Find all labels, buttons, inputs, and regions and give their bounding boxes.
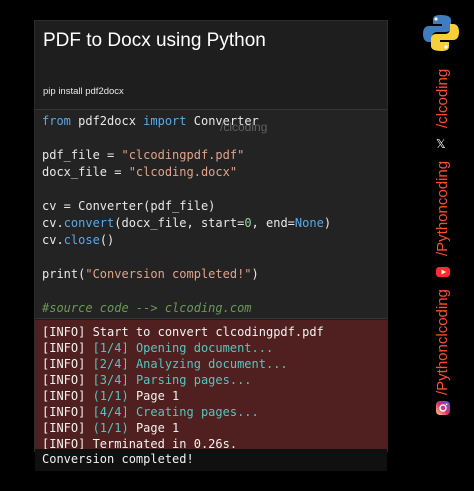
output-line: [INFO] [1/4] Opening document... bbox=[42, 341, 274, 355]
terminal-output: [INFO] Start to convert clcodingpdf.pdf [… bbox=[35, 320, 387, 451]
social-sidebar: /clcoding 𝕏 /Pythoncoding /Pythonclcodin… bbox=[423, 0, 460, 474]
post-title: PDF to Docx using Python bbox=[43, 30, 266, 51]
handle-clcoding[interactable]: /clcoding bbox=[434, 69, 451, 128]
python-logo-icon bbox=[423, 15, 459, 51]
code-line-8: cv.close() bbox=[42, 233, 115, 247]
code-comment: #source code --> clcoding.com bbox=[42, 301, 252, 315]
output-line: [INFO] [3/4] Parsing pages... bbox=[42, 373, 252, 387]
code-line-10: print("Conversion completed!") bbox=[42, 267, 259, 281]
completion-message: Conversion completed! bbox=[35, 449, 387, 471]
watermark: /clcoding bbox=[220, 120, 268, 134]
install-command: pip install pdf2docx bbox=[43, 86, 124, 97]
x-icon[interactable]: 𝕏 bbox=[436, 137, 446, 151]
code-block: from pdf2docx import Converter pdf_file … bbox=[35, 109, 387, 319]
code-line-7: cv.convert(docx_file, start=0, end=None) bbox=[42, 216, 332, 230]
output-line: [INFO] Start to convert clcodingpdf.pdf bbox=[42, 325, 324, 339]
code-line-3: pdf_file = "clcodingpdf.pdf" bbox=[42, 148, 245, 162]
handle-pythoncoding[interactable]: /Pythoncoding bbox=[434, 161, 451, 256]
output-line: [INFO] (1/1) Page 1 bbox=[42, 389, 180, 403]
instagram-icon[interactable] bbox=[436, 401, 450, 415]
output-line: [INFO] (1/1) Page 1 bbox=[42, 421, 180, 435]
post-card: PDF to Docx using Python pip install pdf… bbox=[34, 20, 388, 471]
code-line-6: cv = Converter(pdf_file) bbox=[42, 199, 216, 213]
youtube-icon[interactable] bbox=[436, 267, 450, 277]
output-line: [INFO] [4/4] Creating pages... bbox=[42, 405, 259, 419]
handle-pythonclcoding[interactable]: /Pythonclcoding bbox=[434, 289, 451, 395]
code-line-4: docx_file = "clcoding.docx" bbox=[42, 165, 238, 179]
output-line: [INFO] [2/4] Analyzing document... bbox=[42, 357, 288, 371]
